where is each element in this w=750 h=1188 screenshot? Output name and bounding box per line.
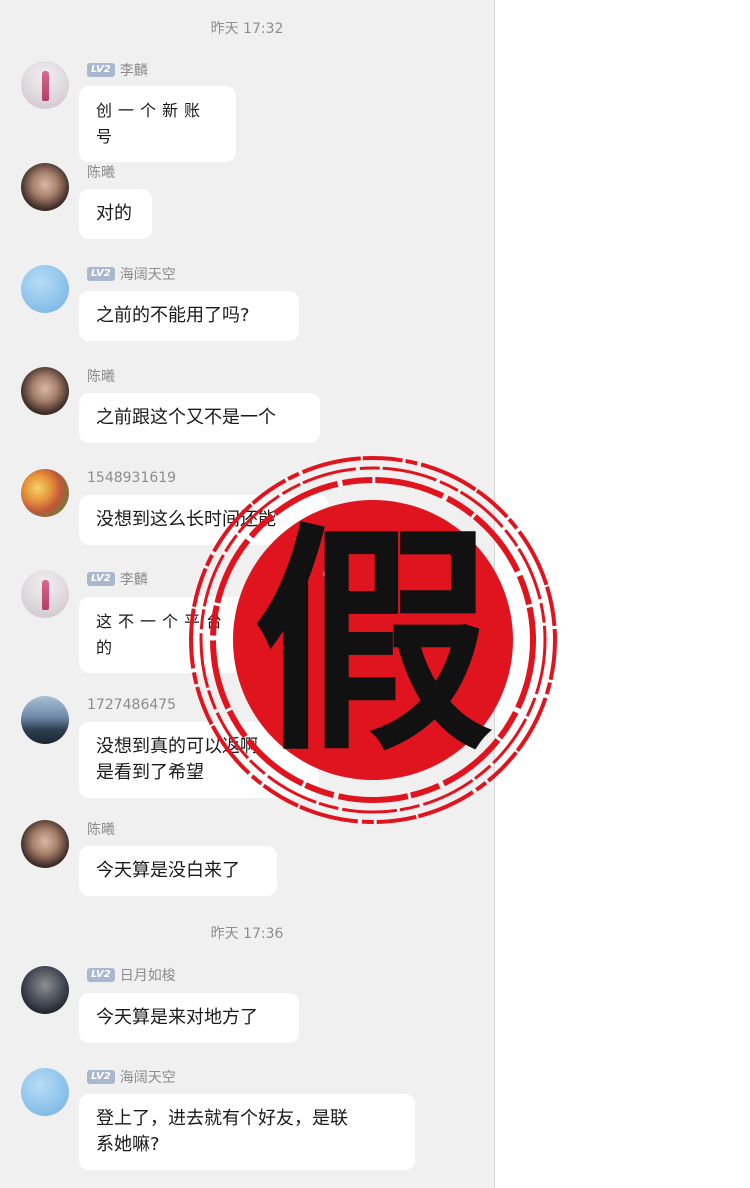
girl-avatar[interactable]	[21, 163, 69, 211]
message-text: 没想到这么长时间还能	[96, 509, 276, 530]
timestamp: 昨天 17:36	[210, 926, 284, 942]
message-bubble[interactable]: 没想到这么长时间还能	[79, 495, 329, 545]
message-text: 创一个新账号	[96, 101, 207, 146]
sender-meta: LV2 李麟	[87, 570, 148, 588]
message-text: 之前跟这个又不是一个	[96, 407, 276, 428]
message-text: 这不一个平台	[96, 612, 229, 631]
girl-avatar[interactable]	[21, 367, 69, 415]
message-text-line2: 的	[96, 638, 119, 657]
message-bubble[interactable]: 之前的不能用了吗?	[79, 291, 299, 341]
sender-meta: LV2 李麟	[87, 61, 148, 79]
sender-meta: 陈曦	[87, 820, 115, 838]
message-bubble[interactable]: 之前跟这个又不是一个	[79, 393, 320, 443]
sky-avatar[interactable]	[21, 265, 69, 313]
message-text: 登上了，进去就有个好友，是联	[96, 1108, 348, 1129]
level-badge: LV2	[87, 267, 115, 281]
sender-name[interactable]: 李麟	[120, 60, 148, 80]
night-avatar[interactable]	[21, 966, 69, 1014]
flowers-avatar[interactable]	[21, 469, 69, 517]
sender-meta: 1727486475	[87, 696, 176, 714]
sender-meta: LV2 海阔天空	[87, 1068, 176, 1086]
message-bubble[interactable]: 登上了，进去就有个好友，是联 系她嘛?	[79, 1094, 415, 1170]
sender-meta: 1548931619	[87, 469, 176, 487]
chat-window[interactable]: 昨天 17:32 LV2 李麟 创一个新账号 陈曦 对的 LV2 海阔天空 之前…	[0, 0, 495, 1188]
sender-meta: LV2 日月如梭	[87, 966, 176, 984]
message-text-line2: 系她嘛?	[96, 1134, 160, 1155]
girl-avatar[interactable]	[21, 820, 69, 868]
sky-avatar[interactable]	[21, 1068, 69, 1116]
message-bubble[interactable]: 这不一个平台 的	[79, 597, 269, 673]
sender-name[interactable]: 1548931619	[87, 470, 176, 486]
sender-meta: 陈曦	[87, 367, 115, 385]
message-text: 对的	[96, 203, 132, 224]
sender-name[interactable]: 李麟	[120, 569, 148, 589]
message-text: 今天算是没白来了	[96, 860, 240, 881]
message-bubble[interactable]: 今天算是来对地方了	[79, 993, 299, 1043]
message-bubble[interactable]: 对的	[79, 189, 152, 239]
sender-name[interactable]: 陈曦	[87, 162, 115, 182]
message-text: 今天算是来对地方了	[96, 1007, 258, 1028]
message-text: 没想到真的可以返啊	[96, 736, 258, 757]
level-badge: LV2	[87, 63, 115, 77]
level-badge: LV2	[87, 1070, 115, 1084]
message-bubble[interactable]: 创一个新账号	[79, 86, 236, 162]
mountain-avatar[interactable]	[21, 696, 69, 744]
sender-meta: LV2 海阔天空	[87, 265, 176, 283]
message-bubble[interactable]: 今天算是没白来了	[79, 846, 277, 896]
sender-name[interactable]: 陈曦	[87, 819, 115, 839]
sender-meta: 陈曦	[87, 163, 115, 181]
bottle-avatar[interactable]	[21, 61, 69, 109]
sender-name[interactable]: 陈曦	[87, 366, 115, 386]
sender-name[interactable]: 日月如梭	[120, 965, 176, 985]
sender-name[interactable]: 海阔天空	[120, 1067, 176, 1087]
level-badge: LV2	[87, 572, 115, 586]
sender-name[interactable]: 海阔天空	[120, 264, 176, 284]
bottle-avatar[interactable]	[21, 570, 69, 618]
message-bubble[interactable]: 没想到真的可以返啊 是看到了希望	[79, 722, 319, 798]
message-text: 之前的不能用了吗?	[96, 305, 250, 326]
message-text-line2: 是看到了希望	[96, 762, 204, 783]
sender-name[interactable]: 1727486475	[87, 697, 176, 713]
level-badge: LV2	[87, 968, 115, 982]
timestamp: 昨天 17:32	[210, 21, 284, 37]
